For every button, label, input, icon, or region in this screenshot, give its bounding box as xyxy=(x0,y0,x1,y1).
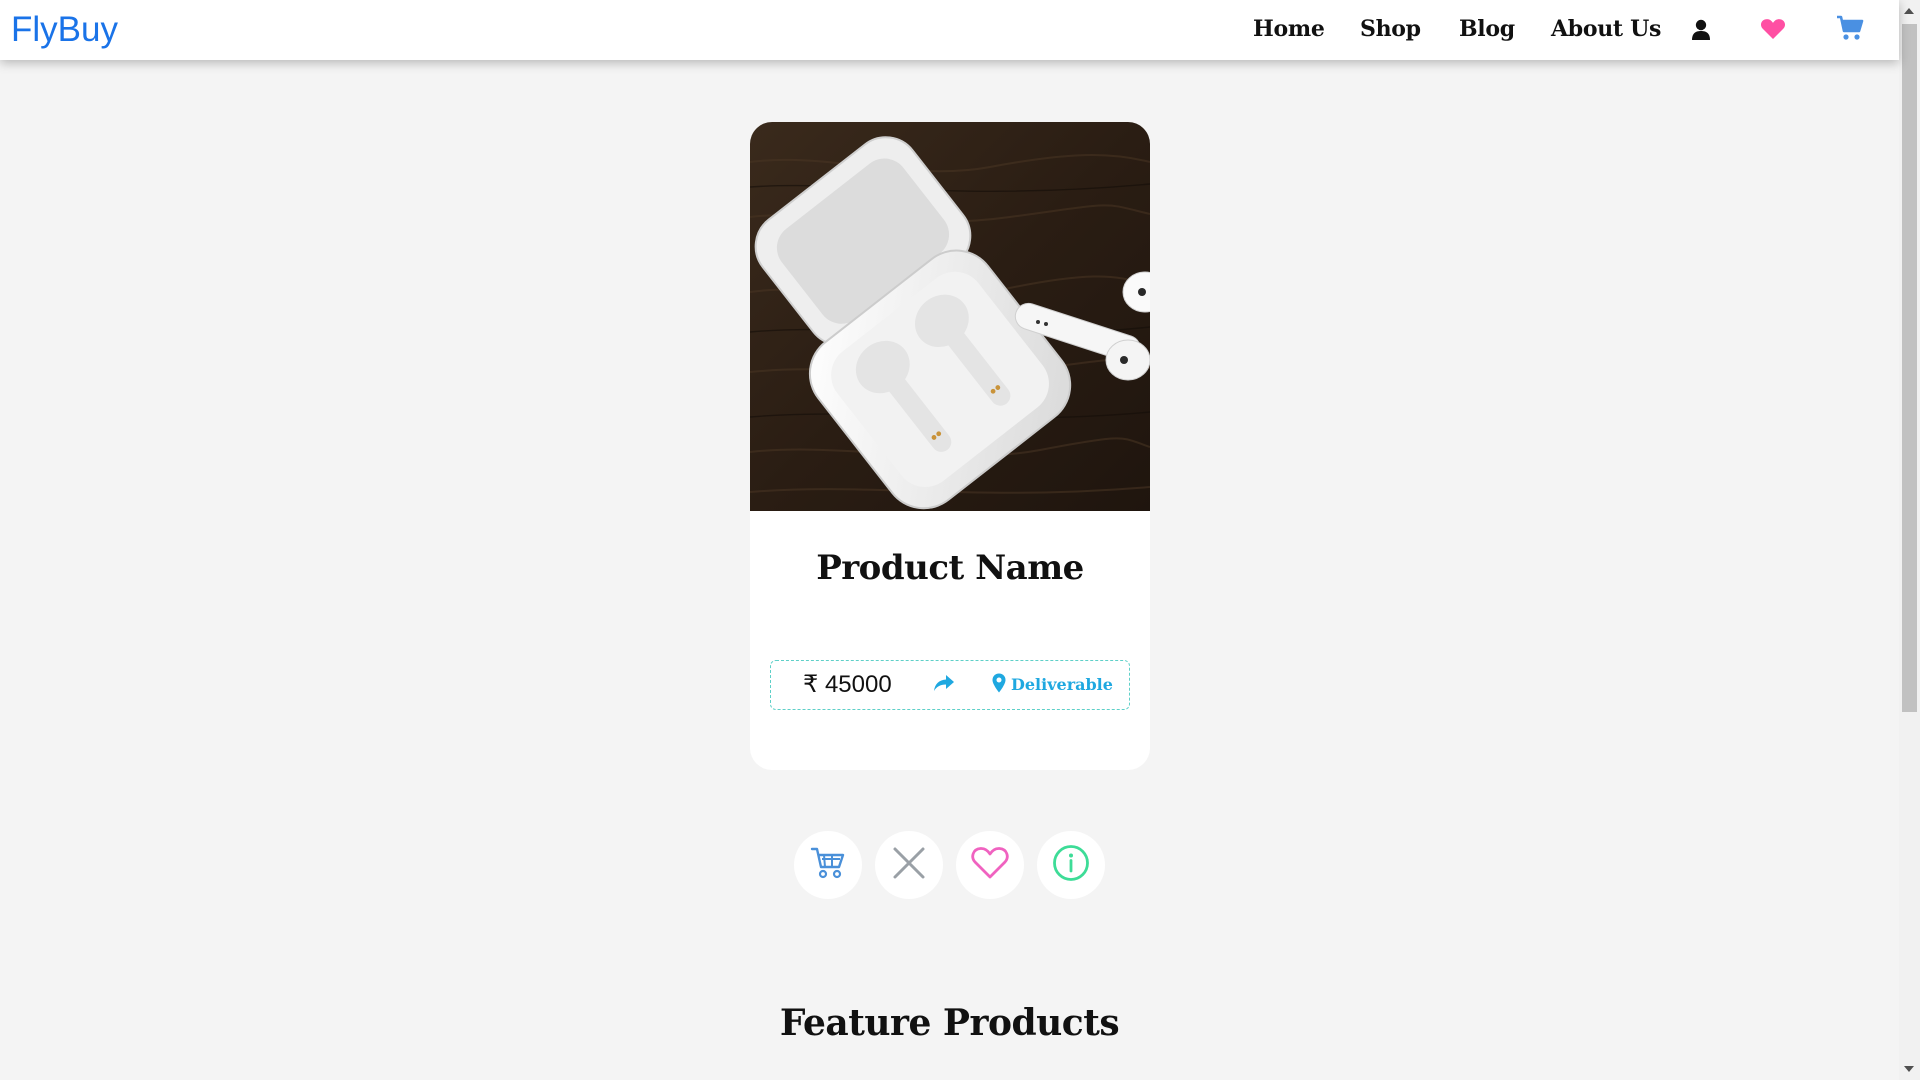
nav-link-home[interactable]: Home xyxy=(1253,14,1325,44)
cart-icon xyxy=(810,845,846,885)
scroll-down-arrow-icon[interactable] xyxy=(1904,1066,1914,1072)
cart-icon[interactable] xyxy=(1836,15,1864,45)
page-scrollbar[interactable] xyxy=(1899,0,1920,1080)
heart-outline-icon xyxy=(971,846,1009,884)
product-image xyxy=(750,122,1150,511)
delivery-status: Deliverable xyxy=(1011,675,1113,694)
info-icon xyxy=(1052,844,1090,886)
nav-link-shop[interactable]: Shop xyxy=(1360,14,1421,44)
product-name: Product Name xyxy=(816,548,1084,588)
dismiss-button[interactable] xyxy=(875,831,943,899)
scroll-up-arrow-icon[interactable] xyxy=(1904,8,1914,14)
user-icon[interactable] xyxy=(1691,19,1711,45)
scroll-thumb[interactable] xyxy=(1902,24,1917,712)
product-card: Product Name ₹ 45000 Deliverable xyxy=(750,122,1150,770)
top-navbar: FlyBuy Home Shop Blog About Us xyxy=(0,0,1899,60)
product-info-bar: ₹ 45000 Deliverable xyxy=(770,660,1130,710)
map-pin-icon xyxy=(992,673,1006,697)
product-info-button[interactable] xyxy=(1037,831,1105,899)
close-icon xyxy=(892,846,926,884)
brand-logo[interactable]: FlyBuy xyxy=(11,9,118,51)
product-price: ₹ 45000 xyxy=(803,671,892,698)
feature-products-heading: Feature Products xyxy=(779,1002,1120,1044)
nav-link-blog[interactable]: Blog xyxy=(1459,14,1515,44)
share-arrow-icon[interactable] xyxy=(933,674,955,696)
add-to-cart-button[interactable] xyxy=(794,831,862,899)
heart-icon[interactable] xyxy=(1760,18,1786,44)
add-to-wishlist-button[interactable] xyxy=(956,831,1024,899)
nav-link-about-us[interactable]: About Us xyxy=(1551,14,1661,44)
